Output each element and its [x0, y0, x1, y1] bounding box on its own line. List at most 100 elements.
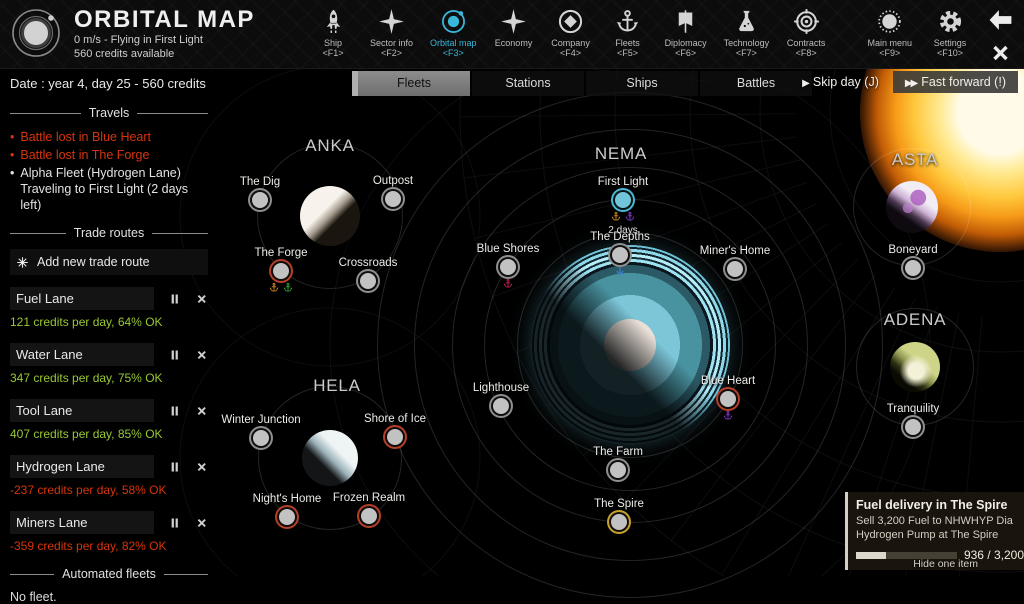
station-label: The Depths: [590, 231, 649, 243]
nav-contracts[interactable]: Contracts<F8>: [786, 8, 826, 58]
nav-fleets[interactable]: Fleets<F5>: [608, 8, 648, 58]
automated-fleets-divider: Automated fleets: [10, 567, 208, 581]
nav-sector-info[interactable]: Sector info<F2>: [370, 8, 413, 58]
map-tabs: FleetsStationsShipsBattles: [352, 71, 812, 96]
nav-label: Contracts: [787, 38, 826, 48]
nav-technology[interactable]: Technology<F7>: [724, 8, 770, 58]
pause-route-button[interactable]: [168, 460, 182, 474]
travel-item: •Battle lost in Blue Heart: [10, 129, 208, 145]
nav-label: Ship: [324, 38, 342, 48]
nav-label: Economy: [495, 38, 533, 48]
corner-controls: [987, 8, 1014, 65]
trade-route-name: Fuel Lane: [10, 287, 154, 310]
nav-settings[interactable]: Settings<F10>: [930, 8, 970, 58]
skip-day-button[interactable]: ▶Skip day (J): [794, 72, 887, 92]
station-dot: [905, 260, 921, 276]
delivery-line-1: Sell 3,200 Fuel to NHWHYP Dia: [856, 514, 1024, 528]
close-button[interactable]: [987, 41, 1014, 65]
remove-route-button[interactable]: [195, 292, 209, 306]
four-point-star-icon: [378, 8, 405, 35]
tab-fleets[interactable]: Fleets: [352, 71, 470, 96]
station-dot: [273, 263, 289, 279]
trade-route-status: 121 credits per day, 64% OK: [10, 315, 208, 329]
planet-hela: [302, 430, 358, 486]
station-label: Boneyard: [888, 244, 937, 256]
remove-route-button[interactable]: [195, 516, 209, 530]
nav-hotkey: <F9>: [879, 48, 900, 58]
planet-asta: [886, 181, 938, 233]
station-label: Blue Shores: [477, 243, 540, 255]
trade-routes-divider: Trade routes: [10, 226, 208, 240]
pause-route-button[interactable]: [168, 292, 182, 306]
station-label: Winter Junction: [221, 414, 300, 426]
time-controls: ▶Skip day (J) ▶▶Fast forward (!): [794, 71, 1018, 93]
station-label: Frozen Realm: [333, 492, 405, 504]
status-credits: 560 credits available: [74, 47, 255, 61]
tab-ships[interactable]: Ships: [586, 71, 698, 96]
station-dot: [610, 462, 626, 478]
nav-hotkey: <F4>: [560, 48, 581, 58]
station-label: The Spire: [594, 498, 644, 510]
remove-route-button[interactable]: [195, 348, 209, 362]
planet-anka: [300, 186, 360, 246]
add-trade-route-button[interactable]: Add new trade route: [10, 249, 208, 275]
delivery-title: Fuel delivery in The Spire: [856, 498, 1024, 512]
trade-route-status: 347 credits per day, 75% OK: [10, 371, 208, 385]
nav-label: Main menu: [867, 38, 912, 48]
station-dot: [493, 398, 509, 414]
nav-ship[interactable]: Ship<F1>: [313, 8, 353, 58]
rocket-icon: [320, 8, 347, 35]
automated-fleets-title: Automated fleets: [62, 567, 156, 581]
fast-forward-button[interactable]: ▶▶Fast forward (!): [893, 71, 1018, 93]
target-icon: [793, 8, 820, 35]
system-label-asta: ASTA: [892, 150, 938, 170]
trade-routes-list: Fuel Lane121 credits per day, 64% OKWate…: [10, 287, 208, 553]
flask-icon: [733, 8, 760, 35]
main-nav: Ship<F1> Sector info<F2> Orbital map<F3> Ec…: [313, 8, 826, 58]
nav-diplomacy[interactable]: Diplomacy<F6>: [665, 8, 707, 58]
orbital-logo-icon: [10, 7, 62, 59]
station-dot: [279, 509, 295, 525]
system-label-adena: ADENA: [884, 310, 947, 330]
asterisk-icon: [16, 256, 29, 269]
nav-label: Company: [551, 38, 590, 48]
nav-label: Orbital map: [430, 38, 477, 48]
trade-route-status: -359 credits per day, 82% OK: [10, 539, 208, 553]
nav-main-menu[interactable]: Main menu<F9>: [867, 8, 912, 58]
station-badges: [723, 410, 734, 421]
travel-item: •Alpha Fleet (Hydrogen Lane)Traveling to…: [10, 165, 208, 213]
station-badges: [269, 282, 294, 293]
pause-route-button[interactable]: [168, 516, 182, 530]
trade-routes-title: Trade routes: [74, 226, 144, 240]
planet-nema: [530, 245, 730, 445]
pause-route-button[interactable]: [168, 348, 182, 362]
nav-hotkey: <F1>: [322, 48, 343, 58]
remove-route-button[interactable]: [195, 404, 209, 418]
nav-label: Sector info: [370, 38, 413, 48]
pause-route-button[interactable]: [168, 404, 182, 418]
station-dot: [361, 508, 377, 524]
tab-stations[interactable]: Stations: [472, 71, 584, 96]
station-dot: [253, 430, 269, 446]
fast-forward-icon: ▶▶: [905, 78, 916, 89]
station-label: The Farm: [593, 446, 643, 458]
station-badges: [615, 266, 626, 277]
nav-label: Technology: [724, 38, 770, 48]
nav-economy[interactable]: Economy: [494, 8, 534, 58]
station-dot: [720, 391, 736, 407]
nav-orbital-map[interactable]: Orbital map<F3>: [430, 8, 477, 58]
anchor-green-icon: [283, 282, 294, 293]
hide-one-item-button[interactable]: Hide one item: [913, 558, 978, 570]
station-label: Tranquility: [887, 403, 940, 415]
station-dot: [905, 419, 921, 435]
add-trade-route-label: Add new trade route: [37, 255, 150, 269]
system-label-hela: HELA: [313, 376, 361, 396]
station-dot: [612, 247, 628, 263]
back-button[interactable]: [987, 8, 1014, 32]
trade-route-row: Miners Lane-359 credits per day, 82% OK: [10, 511, 208, 553]
station-dot: [611, 514, 627, 530]
nav-label: Settings: [934, 38, 967, 48]
nav-company[interactable]: Company<F4>: [551, 8, 591, 58]
system-label-anka: ANKA: [305, 136, 355, 156]
remove-route-button[interactable]: [195, 460, 209, 474]
